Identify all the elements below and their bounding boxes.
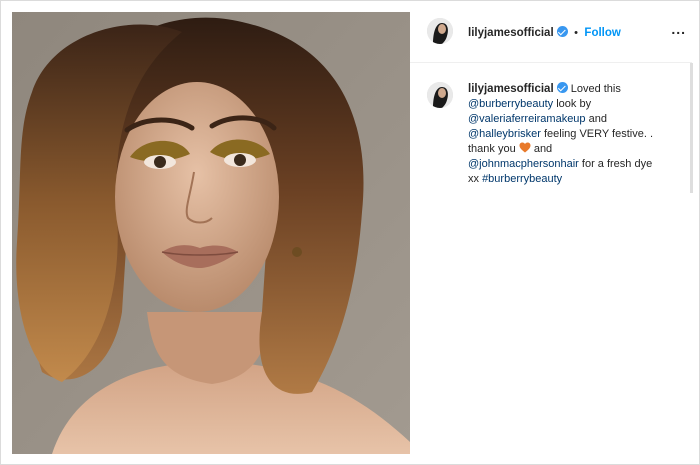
caption-username-link[interactable]: lilyjamesofficial	[468, 83, 554, 95]
caption-text: xx	[468, 173, 483, 185]
verified-badge-icon	[556, 26, 568, 37]
caption-text: Loved this	[567, 83, 621, 95]
header-user-line: lilyjamesofficial • Follow	[468, 23, 621, 41]
caption-text: feeling VERY festive. .	[540, 128, 654, 140]
post-header: lilyjamesofficial • Follow ...	[410, 12, 692, 63]
mention-link[interactable]: @valeriaferreiramakeup	[468, 113, 586, 125]
caption-text: for a fresh dye	[578, 158, 653, 170]
post-side-panel: lilyjamesofficial • Follow ... lilyjames…	[410, 12, 692, 454]
post-photo[interactable]	[12, 12, 410, 454]
hashtag-link[interactable]: #burberrybeauty	[482, 173, 562, 185]
mention-link[interactable]: @burberrybeauty	[468, 98, 553, 110]
instagram-post-embed: lilyjamesofficial • Follow ... lilyjames…	[0, 0, 700, 465]
avatar[interactable]	[427, 82, 453, 108]
follow-button[interactable]: Follow	[584, 27, 620, 39]
caption-comment: lilyjamesofficial Loved this @burberrybea…	[468, 82, 682, 187]
username-link[interactable]: lilyjamesofficial	[468, 27, 554, 39]
verified-badge-icon	[556, 82, 568, 93]
caption-text: look by	[553, 98, 592, 110]
separator-dot: •	[574, 27, 578, 39]
caption-text: and	[530, 143, 553, 155]
mention-link[interactable]: @johnmacphersonhair	[468, 158, 579, 170]
mention-link[interactable]: @halleybrisker	[468, 128, 541, 140]
more-options-icon[interactable]: ...	[671, 21, 686, 37]
caption-text: thank you	[468, 143, 519, 155]
orange-heart-emoji-icon	[519, 142, 531, 153]
scrollbar[interactable]	[690, 63, 693, 193]
avatar[interactable]	[427, 18, 453, 44]
caption-text: and	[585, 113, 607, 125]
